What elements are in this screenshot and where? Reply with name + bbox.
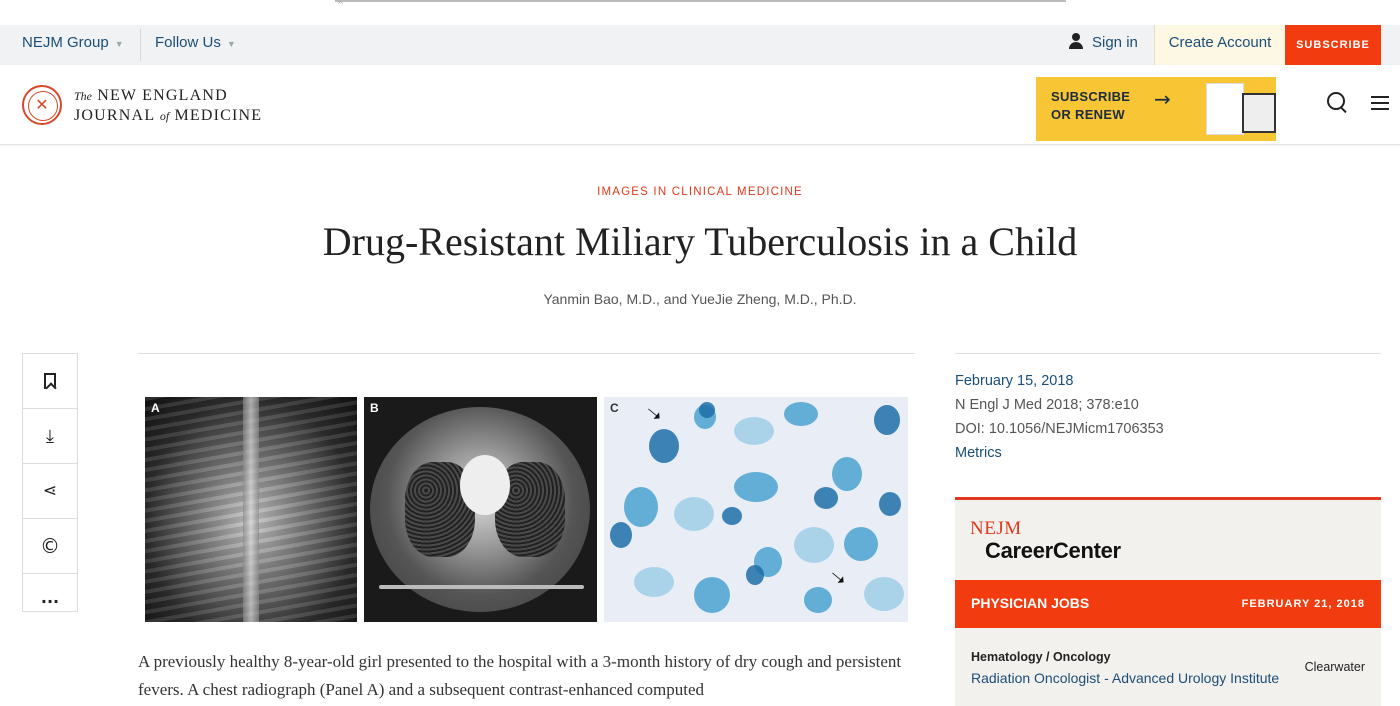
arrow-annotation: ➝: [824, 562, 853, 592]
ad-divider: [335, 0, 1066, 2]
physician-jobs-title[interactable]: PHYSICIAN JOBS: [971, 595, 1089, 611]
section-label[interactable]: IMAGES IN CLINICAL MEDICINE: [0, 186, 1400, 198]
job-location: Clearwater: [1304, 660, 1365, 674]
article-meta: February 15, 2018 N Engl J Med 2018; 378…: [955, 353, 1381, 465]
doi: DOI: 10.1056/NEJMicm1706353: [955, 421, 1164, 437]
more-icon: ···: [40, 592, 60, 611]
cell: [634, 567, 674, 597]
citation: N Engl J Med 2018; 378:e10: [955, 397, 1139, 413]
figure-panel-a-chest-radiograph: A: [145, 397, 357, 622]
promo-line2: OR RENEW: [1051, 107, 1125, 122]
logo-line1: NEW ENGLAND: [97, 87, 228, 104]
user-icon: [1068, 33, 1084, 49]
arrow-annotation: ➝: [640, 398, 669, 428]
figure-panel-c-smear: ➝ ➝ C: [604, 397, 908, 622]
cell: [814, 487, 838, 509]
download-button[interactable]: ⤓: [23, 409, 77, 464]
article-title: Drug-Resistant Miliary Tuberculosis in a…: [322, 219, 1078, 264]
logo-journal: JOURNAL: [74, 107, 155, 124]
sign-in-label: Sign in: [1092, 34, 1138, 51]
cell: [879, 492, 901, 516]
laptop-image: [1242, 93, 1276, 133]
spine-shadow: [243, 397, 259, 622]
figure-panel-b-ct-scan: B: [364, 397, 597, 622]
divider: [140, 29, 141, 61]
nejm-career-logo[interactable]: NEJM: [970, 518, 1022, 540]
arrow-right-icon: →: [1154, 87, 1171, 111]
cell: [794, 527, 834, 563]
masthead: The NEW ENGLAND JOURNAL of MEDICINE SUBS…: [0, 65, 1400, 145]
cell: [624, 487, 658, 527]
search-icon[interactable]: [1327, 92, 1349, 114]
bookmark-button[interactable]: [23, 354, 77, 409]
job-title-link[interactable]: Radiation Oncologist - Advanced Urology …: [971, 670, 1279, 686]
article-figure[interactable]: A B ➝ ➝ C: [138, 389, 915, 629]
nejm-group-menu[interactable]: NEJM Group ▼: [22, 25, 124, 65]
publication-date[interactable]: February 15, 2018: [955, 369, 1381, 393]
utility-bar: NEJM Group ▼ Follow Us ▼ Sign in Create Ac…: [0, 25, 1400, 65]
cell: [734, 417, 774, 445]
cell: [844, 527, 878, 561]
nejm-group-label: NEJM Group: [22, 34, 109, 51]
ct-table: [379, 585, 584, 589]
jobs-date: FEBRUARY 21, 2018: [1241, 598, 1365, 610]
panel-letter: C: [610, 401, 619, 415]
journal-cover-image: [1206, 83, 1244, 135]
career-center-widget: NEJM CareerCenter PHYSICIAN JOBS FEBRUAR…: [955, 497, 1381, 706]
cell: [649, 429, 679, 463]
cell: [734, 472, 778, 502]
promo-line1: SUBSCRIBE: [1051, 89, 1131, 104]
copyright-icon: ©: [40, 534, 60, 558]
ad-strip: ^: [0, 0, 1400, 25]
logo-of: of: [159, 109, 170, 123]
panel-letter: B: [370, 401, 379, 415]
chevron-down-icon: ▼: [114, 39, 124, 49]
cell: [874, 405, 900, 435]
cell: [699, 402, 715, 418]
follow-us-menu[interactable]: Follow Us ▼: [155, 25, 236, 65]
create-account-link[interactable]: Create Account: [1154, 25, 1285, 65]
bookmark-icon: [44, 373, 56, 389]
cell: [784, 402, 818, 426]
sign-in-link[interactable]: Sign in: [1068, 25, 1138, 65]
more-button[interactable]: ···: [23, 574, 77, 629]
metrics-link[interactable]: Metrics: [955, 441, 1381, 465]
cell: [832, 457, 862, 491]
cell: [722, 507, 742, 525]
content-divider: [138, 353, 915, 354]
panel-letter: A: [151, 401, 160, 415]
article-tools: ⤓ ⋖ © ···: [22, 353, 78, 612]
ct-heart: [460, 455, 510, 515]
cell: [674, 497, 714, 531]
physician-jobs-header: PHYSICIAN JOBS FEBRUARY 21, 2018: [955, 580, 1381, 628]
share-button[interactable]: ⋖: [23, 464, 77, 519]
cell: [864, 577, 904, 611]
download-icon: ⤓: [46, 425, 54, 447]
follow-us-label: Follow Us: [155, 34, 221, 51]
cell: [694, 577, 730, 613]
share-icon: ⋖: [42, 481, 58, 501]
cell: [746, 565, 764, 585]
cell: [804, 587, 832, 613]
promo-text: SUBSCRIBE OR RENEW: [1051, 88, 1130, 124]
menu-icon[interactable]: [1371, 96, 1389, 110]
cell: [610, 522, 632, 548]
nejm-wordmark[interactable]: The NEW ENGLAND JOURNAL of MEDICINE: [74, 86, 262, 126]
career-center-logo[interactable]: CareerCenter: [985, 538, 1121, 564]
nejm-seal-logo[interactable]: [22, 85, 62, 125]
logo-the: The: [74, 89, 92, 103]
article-body: A previously healthy 8-year-old girl pre…: [138, 652, 902, 699]
article-authors[interactable]: Yanmin Bao, M.D., and YueJie Zheng, M.D.…: [0, 291, 1400, 307]
logo-medicine: MEDICINE: [174, 107, 263, 124]
chevron-down-icon: ▼: [226, 39, 236, 49]
subscribe-renew-promo[interactable]: SUBSCRIBE OR RENEW →: [1036, 77, 1276, 141]
job-category: Hematology / Oncology: [971, 650, 1111, 664]
permissions-button[interactable]: ©: [23, 519, 77, 574]
ct-body: [370, 407, 590, 612]
ad-marker: ^: [337, 0, 344, 9]
subscribe-button[interactable]: SUBSCRIBE: [1285, 25, 1381, 65]
